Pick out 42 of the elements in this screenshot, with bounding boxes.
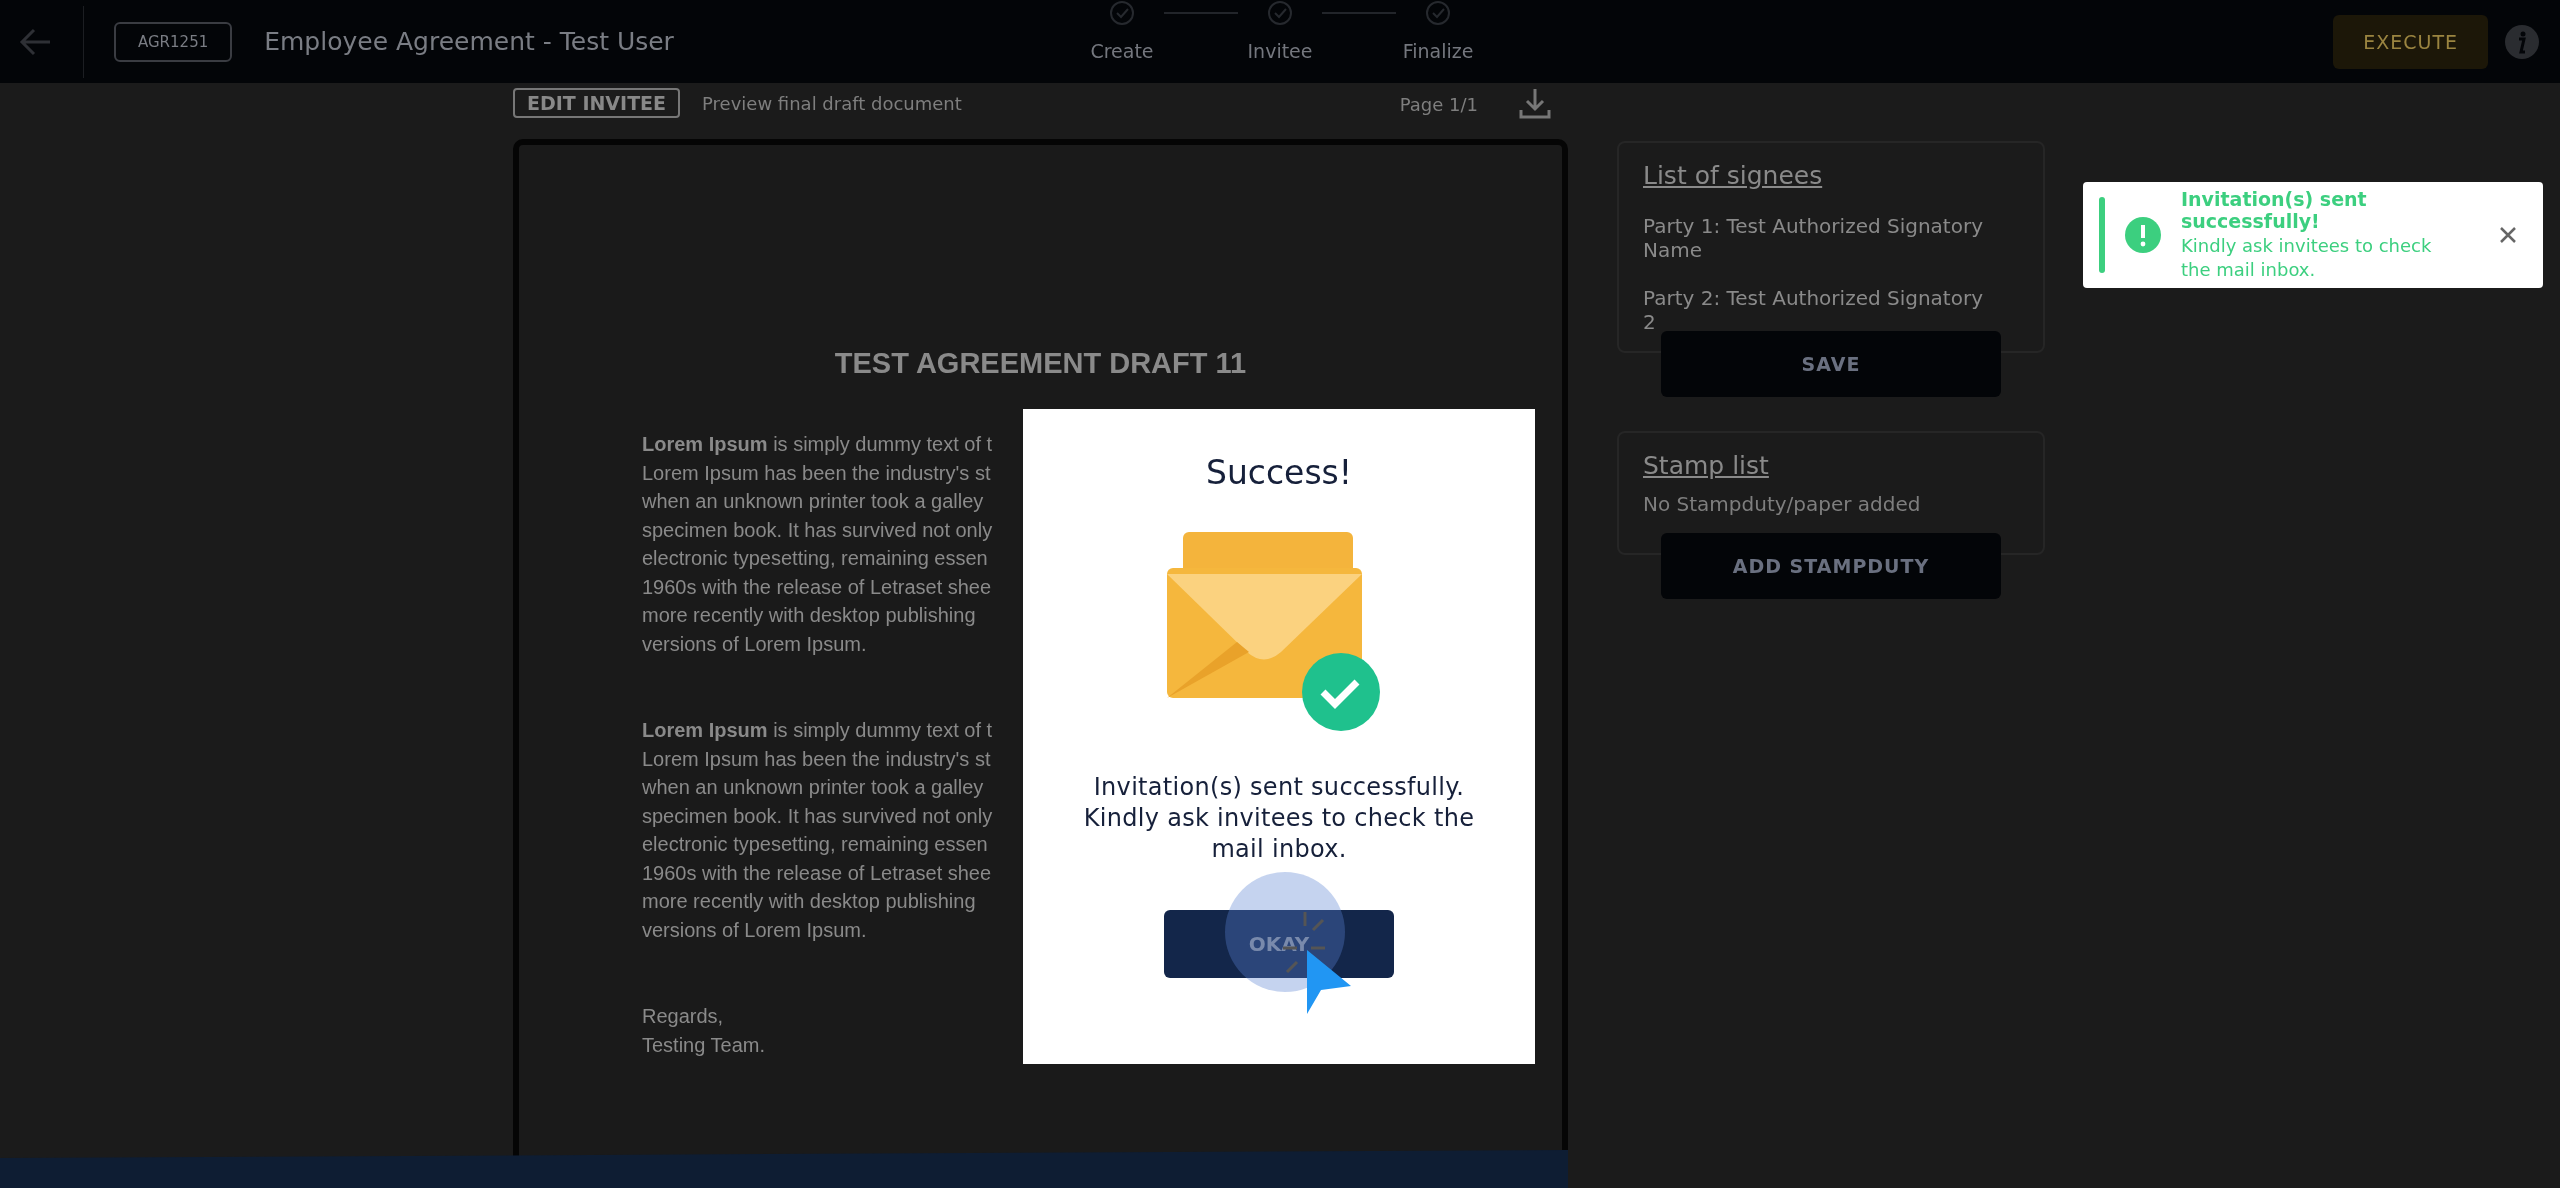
- document-text-line: when an unknown printer took a galley: [642, 489, 984, 514]
- add-stampduty-button[interactable]: ADD STAMPDUTY: [1661, 533, 2001, 599]
- document-text-line: Lorem Ipsum has been the industry's st: [642, 746, 991, 772]
- exclamation-circle-icon: [2125, 217, 2161, 253]
- document-text-line: when an unknown printer took a galley: [642, 775, 984, 800]
- execute-button[interactable]: EXECUTE: [2333, 14, 2488, 69]
- document-id-badge: AGR1251: [114, 21, 233, 62]
- document-text-line: specimen book. It has survived not only: [642, 803, 993, 829]
- page-indicator: Page 1/1: [1399, 93, 1478, 115]
- document-heading: TEST AGREEMENT DRAFT 11: [833, 347, 1248, 380]
- document-text-line: Lorem Ipsum is simply dummy text of t: [642, 718, 993, 743]
- document-text-line: Lorem Ipsum is simply dummy text of t: [642, 432, 993, 457]
- document-text-line: more recently with desktop publishing: [642, 603, 976, 628]
- document-text-line: more recently with desktop publishing: [642, 889, 976, 914]
- toast-message: Kindly ask invitees to check the mail inbox.: [2181, 234, 2433, 282]
- dialog-title: Success!: [1205, 453, 1353, 492]
- dialog-message: Invitation(s) sent successfully. Kindly ask invitees to check the mail inbox.: [1082, 772, 1476, 865]
- step-label: Finalize: [1402, 40, 1474, 62]
- closing-line: Regards,: [642, 1004, 724, 1029]
- document-text-line: electronic typesetting, remaining essen: [642, 546, 988, 571]
- card-title: List of signees: [1643, 161, 1824, 190]
- close-icon[interactable]: [2499, 226, 2517, 244]
- step-label: Invitee: [1247, 40, 1313, 62]
- closing-line: Testing Team.: [642, 1032, 766, 1058]
- party-name: Party 1: Test Authorized Signatory Name: [1643, 214, 1983, 262]
- toast-title: Invitation(s) sent successfully!: [2181, 188, 2368, 232]
- document-text-line: versions of Lorem Ipsum.: [642, 631, 867, 657]
- document-text-line: versions of Lorem Ipsum.: [642, 917, 867, 943]
- document-text-line: 1960s with the release of Letraset shee: [642, 860, 992, 886]
- card-title: Stamp list: [1643, 451, 1770, 480]
- download-icon[interactable]: [1518, 86, 1552, 120]
- edit-invitee-button[interactable]: EDIT INVITEE: [513, 88, 681, 118]
- document-text-line: 1960s with the release of Letraset shee: [642, 574, 992, 600]
- step-label: Create: [1090, 40, 1154, 62]
- document-text-line: Lorem Ipsum has been the industry's st: [642, 460, 991, 486]
- preview-caption: Preview final draft document: [702, 92, 962, 114]
- document-title: Employee Agreement - Test User: [264, 27, 674, 56]
- empty-message: No Stampduty/paper added: [1643, 492, 1922, 516]
- document-text-line: electronic typesetting, remaining essen: [642, 832, 988, 857]
- party-name: Party 2: Test Authorized Signatory 2: [1643, 286, 1983, 334]
- save-button[interactable]: SAVE: [1661, 331, 2001, 397]
- document-text-line: specimen book. It has survived not only: [642, 517, 993, 543]
